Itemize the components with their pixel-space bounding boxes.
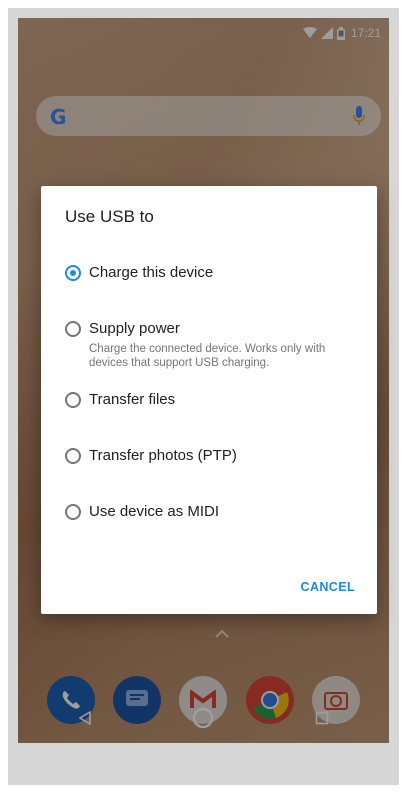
option-label: Transfer photos (PTP)	[89, 447, 237, 464]
option-supply-power[interactable]: Supply power Charge the connected device…	[65, 320, 365, 370]
option-transfer-photos-ptp[interactable]: Transfer photos (PTP)	[65, 447, 365, 465]
option-description: Charge the connected device. Works only …	[89, 343, 326, 369]
option-transfer-files[interactable]: Transfer files	[65, 391, 365, 409]
radio-button[interactable]	[65, 392, 81, 408]
phone-frame: 17:21 G Use USB to Charge this device Su…	[8, 8, 399, 785]
option-charge-this-device[interactable]: Charge this device	[65, 264, 365, 282]
option-label: Charge this device	[89, 264, 214, 281]
dialog-title: Use USB to	[65, 207, 154, 226]
cancel-button[interactable]: CANCEL	[301, 580, 355, 594]
usb-mode-dialog: Use USB to Charge this device Supply pow…	[41, 186, 377, 614]
radio-button-checked[interactable]	[65, 265, 81, 281]
option-label: Transfer files	[89, 391, 176, 408]
option-label: Use device as MIDI	[89, 503, 220, 520]
radio-button[interactable]	[65, 504, 81, 520]
option-label: Supply power	[89, 320, 180, 337]
option-use-device-as-midi[interactable]: Use device as MIDI	[65, 503, 365, 521]
radio-button[interactable]	[65, 448, 81, 464]
radio-button[interactable]	[65, 321, 81, 337]
